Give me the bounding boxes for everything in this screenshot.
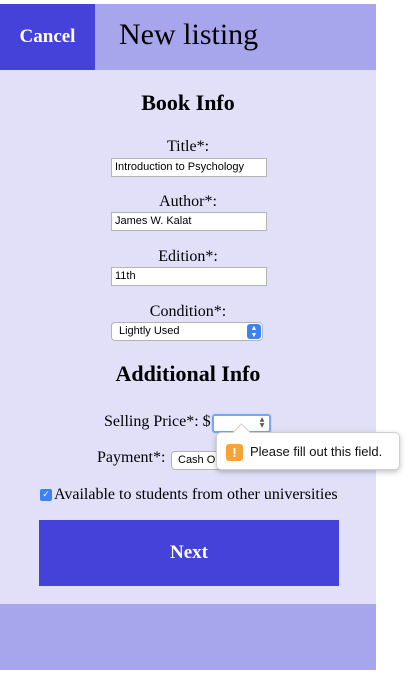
condition-select[interactable]: Lightly Used ▲ ▼ [111,322,263,341]
edition-field[interactable]: 11th [111,267,267,286]
select-arrows-icon: ▲ ▼ [247,324,261,339]
warning-icon: ! [226,444,243,461]
footer-bar [0,604,376,670]
stepper-icon[interactable]: ▲ ▼ [258,417,266,430]
availability-label: Available to students from other univers… [54,486,338,503]
price-label: Selling Price*: $ [104,413,211,430]
author-field[interactable]: James W. Kalat [111,212,267,231]
validation-tooltip: ! Please fill out this field. [216,423,400,470]
condition-label: Condition*: [149,303,227,320]
book-info-heading: Book Info [141,90,235,115]
additional-info-heading: Additional Info [115,361,261,386]
condition-value: Lightly Used [119,325,180,337]
edition-label: Edition*: [158,248,218,265]
page-title: New listing [119,18,259,51]
price-row: Selling Price*: $ ▲ ▼ [0,410,376,434]
validation-message: Please fill out this field. [250,444,383,459]
payment-label: Payment*: [97,449,166,466]
header-bar: Cancel New listing [0,4,376,70]
cancel-button[interactable]: Cancel [0,4,95,70]
next-button[interactable]: Next [39,520,339,586]
app-container: Cancel New listing Book Info Title*: Int… [0,4,376,670]
availability-checkbox[interactable]: ✓ [40,489,52,501]
title-field[interactable]: Introduction to Psychology [111,158,267,177]
author-label: Author*: [159,193,217,210]
title-label: Title*: [166,138,210,155]
